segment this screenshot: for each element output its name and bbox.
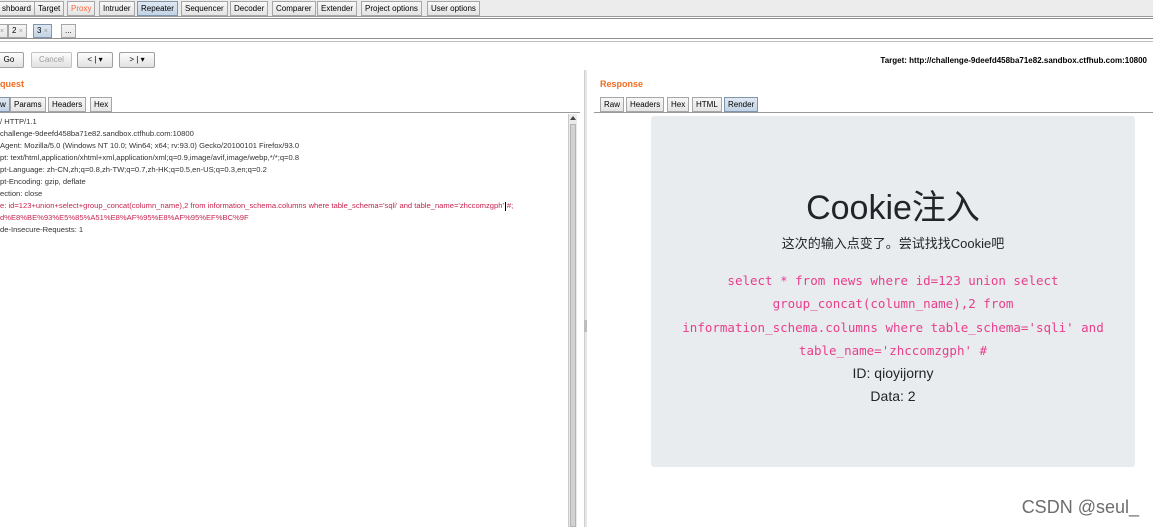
divider [0,38,1153,39]
target-label[interactable]: Target: http://challenge-9deefd458ba71e8… [880,56,1147,65]
request-tab-raw[interactable]: w [0,97,10,112]
close-icon[interactable]: × [44,28,48,35]
sql-query-line: select * from news where id=123 union se… [727,273,1059,288]
subtab-new[interactable]: ... [61,24,76,38]
response-tab-hex[interactable]: Hex [667,97,690,112]
response-tab-raw[interactable]: Raw [600,97,625,112]
request-tab-headers[interactable]: Headers [48,97,87,112]
divider [0,41,1153,42]
sql-query-line: table_name='zhccomzgph' # [798,343,988,358]
cookie-payload-end: #; [506,201,514,210]
request-line: ection: close [0,189,43,198]
result-id: ID: qioyijorny [852,365,934,381]
tool-tab-dashboard[interactable]: shboard [0,1,35,16]
request-line: Agent: Mozilla/5.0 (Windows NT 10.0; Win… [0,141,300,150]
subtab-1[interactable]: × [0,24,9,38]
go-button[interactable]: Go [0,52,24,68]
close-icon[interactable]: × [0,28,4,35]
splitter-grip-icon[interactable] [584,320,587,332]
tool-tab-proxy[interactable]: Proxy [67,1,96,16]
scroll-thumb[interactable] [570,124,576,527]
request-line: pt-Language: zh-CN,zh;q=0.8,zh-TW;q=0.7,… [0,165,267,174]
tool-tab-comparer[interactable]: Comparer [272,1,316,16]
text-caret [504,201,506,211]
request-line: d%E8%BE%93%E5%85%A51%E8%AF%95%E8%AF%95%E… [0,213,249,222]
back-button[interactable]: < | ▾ [77,52,113,68]
tool-tab-bar: shboard Target Proxy Intruder Repeater S… [0,0,1153,17]
tool-tab-sequencer[interactable]: Sequencer [181,1,228,16]
request-line: challenge-9deefd458ba71e82.sandbox.ctfhu… [0,129,194,138]
cancel-button[interactable]: Cancel [31,52,72,68]
response-title: Response [600,79,644,89]
subtab-3[interactable]: 3 × [33,24,52,38]
tool-tab-user-options[interactable]: User options [427,1,480,16]
render-heading: Cookie注入 [806,189,980,227]
response-tab-headers[interactable]: Headers [626,97,665,112]
cookie-payload: e: id=123+union+select+group_concat(colu… [0,201,504,210]
tool-tab-repeater[interactable]: Repeater [137,1,178,16]
watermark: CSDN @seul_ [1021,497,1139,517]
result-data: Data: 2 [870,388,916,404]
close-icon[interactable]: × [19,28,23,35]
divider [594,112,1153,113]
request-line: pt: text/html,application/xhtml+xml,appl… [0,153,300,162]
request-tab-params[interactable]: Params [10,97,46,112]
request-tab-hex[interactable]: Hex [90,97,113,112]
forward-button[interactable]: > | ▾ [119,52,155,68]
tool-tab-project-options[interactable]: Project options [361,1,422,16]
sql-query-line: information_schema.columns where table_s… [682,320,1104,335]
request-editor[interactable]: / HTTP/1.1 challenge-9deefd458ba71e82.sa… [0,114,567,527]
request-line: / HTTP/1.1 [0,117,37,126]
rendered-page: Cookie注入 这次的输入点变了。尝试找找Cookie吧 select * f… [651,116,1135,467]
sql-query-line: group_concat(column_name),2 from [772,296,1014,311]
divider [0,18,1153,19]
request-title: quest [0,79,25,89]
request-scrollbar[interactable] [568,114,577,527]
subtab-2[interactable]: 2 × [8,24,27,38]
tool-tab-decoder[interactable]: Decoder [230,1,269,16]
tool-tab-intruder[interactable]: Intruder [99,1,135,16]
divider [0,112,580,113]
render-subtitle: 这次的输入点变了。尝试找找Cookie吧 [781,236,1005,251]
tool-tab-target[interactable]: Target [34,1,65,16]
pane-splitter[interactable] [584,70,587,527]
subtab-label: 2 [12,26,17,35]
cookie-line: e: id=123+union+select+group_concat(colu… [0,200,513,212]
subtab-label: 3 [37,26,42,35]
response-tab-render[interactable]: Render [724,97,759,112]
tool-tab-extender[interactable]: Extender [317,1,358,16]
scroll-up-icon[interactable] [570,116,576,120]
request-line: pt-Encoding: gzip, deflate [0,177,86,186]
request-line: de-Insecure-Requests: 1 [0,225,84,234]
response-tab-html[interactable]: HTML [692,97,722,112]
